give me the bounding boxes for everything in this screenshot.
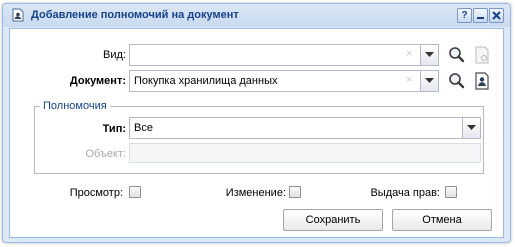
- type-label: Тип:: [102, 123, 126, 135]
- save-button[interactable]: Сохранить: [283, 209, 383, 231]
- type-value: Все: [134, 122, 153, 134]
- document-search-icon[interactable]: [447, 71, 467, 91]
- cancel-button[interactable]: Отмена: [392, 209, 492, 231]
- kind-card-icon-disabled[interactable]: [472, 45, 492, 65]
- close-icon: [492, 11, 501, 20]
- minimize-icon: [477, 17, 484, 19]
- kind-clear-icon[interactable]: ×: [406, 48, 412, 60]
- grant-checkbox[interactable]: [445, 186, 457, 198]
- minimize-button[interactable]: [473, 8, 488, 23]
- document-dropdown-trigger[interactable]: [420, 71, 438, 91]
- kind-search-icon[interactable]: [447, 45, 467, 65]
- type-combobox[interactable]: Все: [129, 117, 481, 139]
- grant-label: Выдача прав:: [370, 187, 440, 199]
- chevron-down-icon: [467, 125, 476, 130]
- edit-checkbox[interactable]: [289, 186, 301, 198]
- kind-label: Вид:: [103, 49, 126, 61]
- document-icon: [12, 8, 24, 22]
- help-button[interactable]: ?: [457, 8, 472, 23]
- object-label: Объект:: [85, 148, 126, 160]
- chevron-down-icon: [425, 78, 434, 83]
- document-value: Покупка хранилища данных: [134, 75, 278, 87]
- object-field: [129, 143, 481, 163]
- kind-combobox[interactable]: ×: [129, 44, 439, 66]
- document-combobox[interactable]: Покупка хранилища данных ×: [129, 70, 439, 92]
- dialog-window: Добавление полномочий на документ ? Вид:…: [2, 3, 511, 243]
- document-card-icon[interactable]: [472, 71, 492, 91]
- document-label: Документ:: [69, 75, 126, 87]
- kind-dropdown-trigger[interactable]: [420, 45, 438, 65]
- document-clear-icon[interactable]: ×: [406, 74, 412, 86]
- title-bar[interactable]: Добавление полномочий на документ ?: [3, 4, 510, 27]
- view-label: Просмотр:: [69, 187, 123, 199]
- chevron-down-icon: [425, 52, 434, 57]
- edit-label: Изменение:: [225, 187, 286, 199]
- dialog-body: Вид: × Документ: Покупка хранилища данны…: [9, 28, 504, 238]
- type-dropdown-trigger[interactable]: [462, 118, 480, 138]
- close-button[interactable]: [489, 8, 504, 23]
- dialog-title: Добавление полномочий на документ: [31, 9, 239, 21]
- view-checkbox[interactable]: [129, 186, 141, 198]
- permissions-legend: Полномочия: [40, 100, 110, 112]
